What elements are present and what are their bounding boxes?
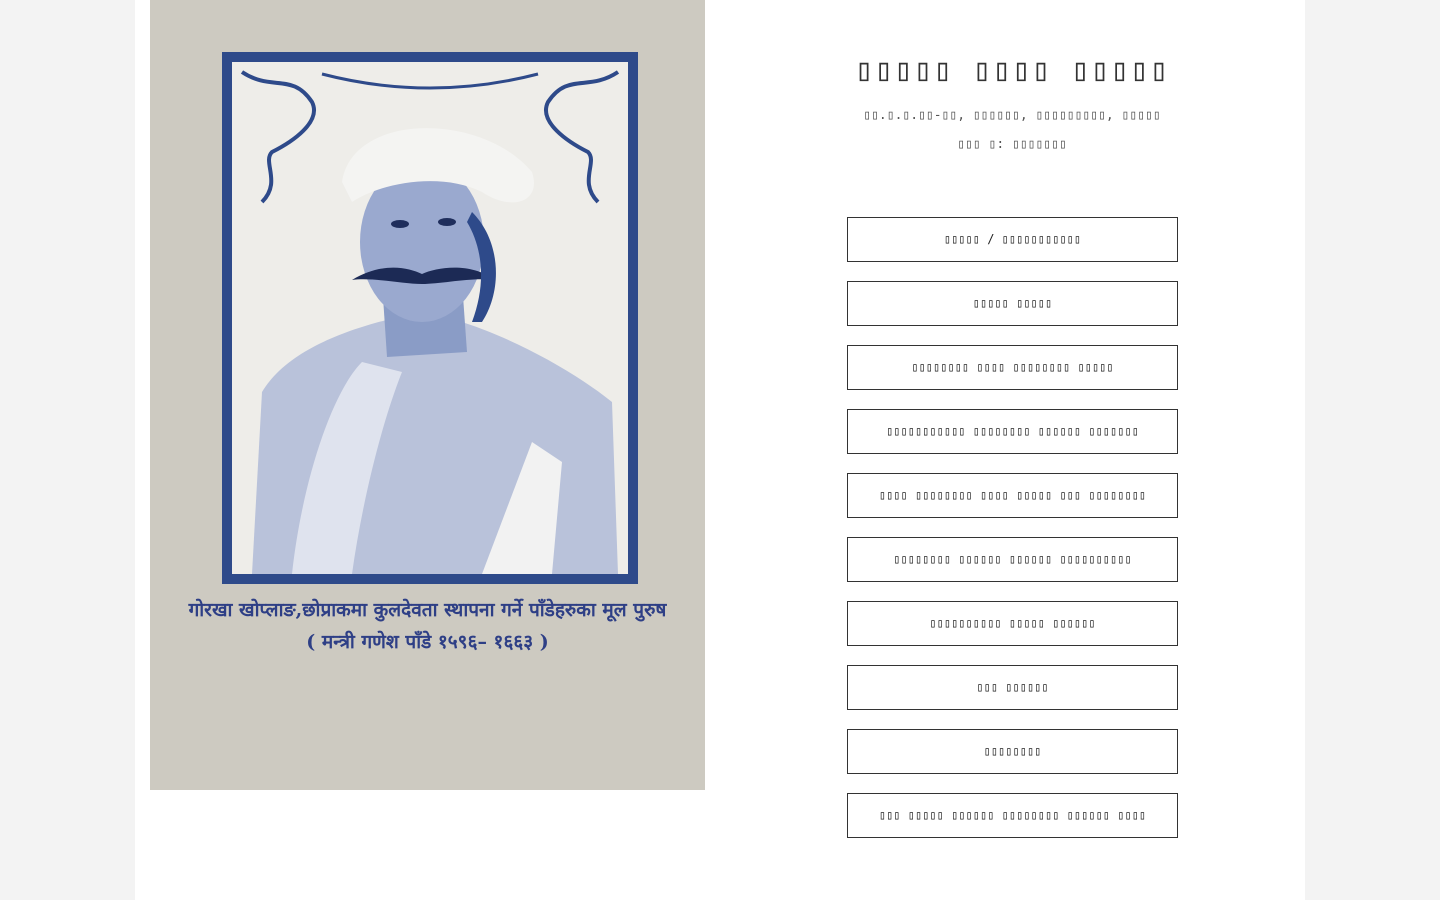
portrait-illustration [232,62,628,574]
menu-button-7[interactable]: ▯▯▯▯▯▯▯▯▯▯ ▯▯▯▯▯ ▯▯▯▯▯▯ [847,601,1178,646]
menu-button-2[interactable]: ▯▯▯▯▯ ▯▯▯▯▯ [847,281,1178,326]
site-address: ▯▯.▯.▯.▯▯-▯▯, ▯▯▯▯▯▯, ▯▯▯▯▯▯▯▯▯, ▯▯▯▯▯ [863,108,1161,123]
main-menu: ▯▯▯▯▯ / ▯▯▯▯▯▯▯▯▯▯▯ ▯▯▯▯▯ ▯▯▯▯▯ ▯▯▯▯▯▯▯▯… [847,217,1178,857]
page-container: गोरखा खोप्लाङ,छोप्राकमा कुलदेवता स्थापना… [135,0,1305,900]
portrait-caption-line1: गोरखा खोप्लाङ,छोप्राकमा कुलदेवता स्थापना… [188,599,667,621]
portrait-panel: गोरखा खोप्लाङ,छोप्राकमा कुलदेवता स्थापना… [150,0,705,790]
portrait-caption-line2: ( मन्त्री गणेश पाँडे १५९६– १६६३ ) [306,631,549,653]
menu-button-3[interactable]: ▯▯▯▯▯▯▯▯ ▯▯▯▯ ▯▯▯▯▯▯▯▯ ▯▯▯▯▯ [847,345,1178,390]
menu-button-5[interactable]: ▯▯▯▯ ▯▯▯▯▯▯▯▯ ▯▯▯▯ ▯▯▯▯▯ ▯▯▯ ▯▯▯▯▯▯▯▯ [847,473,1178,518]
portrait-caption: गोरखा खोप्लाङ,छोप्राकमा कुलदेवता स्थापना… [150,594,705,658]
menu-button-1[interactable]: ▯▯▯▯▯ / ▯▯▯▯▯▯▯▯▯▯▯ [847,217,1178,262]
info-panel: ▯▯▯▯▯ ▯▯▯▯ ▯▯▯▯▯ ▯▯.▯.▯.▯▯-▯▯, ▯▯▯▯▯▯, ▯… [705,0,1305,900]
menu-button-9[interactable]: ▯▯▯▯▯▯▯▯ [847,729,1178,774]
portrait-image [232,62,628,574]
menu-button-8[interactable]: ▯▯▯ ▯▯▯▯▯▯ [847,665,1178,710]
site-phone: ▯▯▯ ▯: ▯▯▯▯▯▯▯ [957,137,1067,152]
menu-button-4[interactable]: ▯▯▯▯▯▯▯▯▯▯▯ ▯▯▯▯▯▯▯▯ ▯▯▯▯▯▯ ▯▯▯▯▯▯▯ [847,409,1178,454]
site-title: ▯▯▯▯▯ ▯▯▯▯ ▯▯▯▯▯ [854,52,1170,88]
portrait-frame [222,52,638,584]
menu-button-6[interactable]: ▯▯▯▯▯▯▯▯ ▯▯▯▯▯▯ ▯▯▯▯▯▯ ▯▯▯▯▯▯▯▯▯▯ [847,537,1178,582]
menu-button-10[interactable]: ▯▯▯ ▯▯▯▯▯ ▯▯▯▯▯▯ ▯▯▯▯▯▯▯▯ ▯▯▯▯▯▯ ▯▯▯▯ [847,793,1178,838]
